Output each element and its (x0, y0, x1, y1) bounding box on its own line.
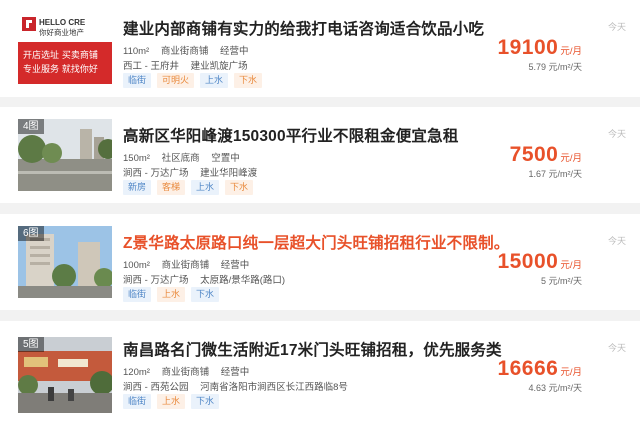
price-unit: 元/月 (560, 367, 582, 378)
listing-tag: 上水 (191, 180, 220, 195)
listing-price: 7500 元/月 (510, 143, 582, 167)
listing-status: 空置中 (211, 153, 240, 164)
listing-card[interactable]: 6图 Z景华路太原路口纯一层超大门头旺铺招租行业不限制。 100m² 商业街商铺… (0, 214, 640, 310)
listing-price: 19100 元/月 (497, 36, 582, 60)
listing-specs: 110m² 商业街商铺 经营中 (123, 43, 258, 57)
price-unit: 元/月 (560, 46, 582, 57)
listing-tag: 下水 (225, 180, 254, 195)
listing-thumbnail[interactable]: HELLO CRE 你好商业地产 开店选址 买卖商铺 专业服务 就找你好 (18, 12, 112, 84)
listing-price-per-area: 4.63 元/m²/天 (528, 383, 582, 393)
listing-price: 16666 元/月 (497, 357, 582, 381)
ad-line-1: 开店选址 买卖商铺 (23, 49, 98, 61)
listing-status: 经营中 (220, 46, 249, 57)
listing-type: 商业街商铺 (161, 367, 210, 378)
listing-tag: 客梯 (157, 180, 186, 195)
listing-tags: 临街 上水 下水 (123, 287, 220, 302)
listing-address: 太原路/景华路(路口) (200, 275, 286, 286)
listing-type: 商业街商铺 (161, 260, 210, 271)
listing-card[interactable]: 4图 高新区华阳峰渡150300平行业不限租金便宜急租 150m² 社区底商 空… (0, 107, 640, 203)
listing-list: HELLO CRE 你好商业地产 开店选址 买卖商铺 专业服务 就找你好 建业内… (0, 0, 640, 428)
listing-tags: 临街 上水 下水 (123, 394, 220, 409)
listing-area: 120m² (123, 367, 150, 378)
listing-district: 西工 - 王府井 (123, 61, 179, 72)
photo-count-badge: 4图 (18, 119, 44, 134)
ad-brand-sub: 你好商业地产 (39, 27, 84, 37)
ad-brand: HELLO CRE (39, 18, 86, 27)
listing-type: 社区底商 (161, 153, 200, 164)
listing-tag: 上水 (157, 394, 186, 409)
listing-district: 涧西 - 万达广场 (123, 168, 189, 179)
listing-location: 涧西 - 万达广场 太原路/景华路(路口) (123, 272, 294, 286)
listing-specs: 120m² 商业街商铺 经营中 (123, 364, 258, 378)
listing-price-per-area: 1.67 元/m²/天 (528, 169, 582, 179)
listing-specs: 150m² 社区底商 空置中 (123, 150, 249, 164)
listing-thumbnail[interactable]: 4图 (18, 119, 112, 191)
listing-tag: 下水 (234, 73, 263, 88)
listing-price-per-area: 5 元/m²/天 (540, 276, 582, 286)
listing-tag: 下水 (191, 287, 220, 302)
listing-address: 建业凯旋广场 (190, 61, 248, 72)
listing-tag: 可明火 (157, 73, 195, 88)
listing-area: 110m² (123, 46, 150, 57)
price-value: 19100 (497, 36, 559, 59)
price-value: 16666 (497, 357, 559, 380)
listing-thumbnail[interactable]: 5图 (18, 337, 112, 413)
listing-date: 今天 (607, 22, 626, 32)
listing-tag: 上水 (157, 287, 186, 302)
listing-address: 河南省洛阳市涧西区长江西路临8号 (200, 382, 348, 393)
listing-price-per-area: 5.79 元/m²/天 (528, 62, 582, 72)
listing-date: 今天 (607, 343, 626, 353)
listing-title[interactable]: 高新区华阳峰渡150300平行业不限租金便宜急租 (123, 124, 459, 146)
listing-date: 今天 (607, 129, 626, 139)
listing-tag: 下水 (191, 394, 220, 409)
listing-status: 经营中 (220, 260, 250, 271)
price-unit: 元/月 (560, 260, 582, 271)
listing-tags: 新房 客梯 上水 下水 (123, 180, 254, 195)
listing-title[interactable]: 南昌路名门微生活附近17米门头旺铺招租，优先服务类 (123, 338, 502, 360)
listing-date: 今天 (607, 236, 626, 246)
listing-tag: 新房 (123, 180, 152, 195)
listing-status: 经营中 (220, 367, 250, 378)
listing-district: 涧西 - 万达广场 (123, 275, 189, 286)
listing-title[interactable]: Z景华路太原路口纯一层超大门头旺铺招租行业不限制。 (123, 231, 509, 253)
listing-tag: 临街 (123, 287, 152, 302)
listing-area: 150m² (123, 153, 150, 164)
listing-tag: 上水 (200, 73, 229, 88)
listing-price: 15000 元/月 (497, 250, 582, 274)
listing-tags: 临街 可明火 上水 下水 (123, 73, 263, 88)
listing-card[interactable]: 5图 南昌路名门微生活附近17米门头旺铺招租，优先服务类 120m² 商业街商铺… (0, 321, 640, 428)
listing-district: 涧西 - 西苑公园 (123, 382, 189, 393)
listing-address: 建业华阳峰渡 (200, 168, 258, 179)
listing-area: 100m² (123, 260, 150, 271)
photo-count-badge: 6图 (18, 226, 44, 241)
listing-title[interactable]: 建业内部商铺有实力的给我打电话咨询适合饮品小吃 (123, 17, 484, 39)
listing-type: 商业街商铺 (160, 46, 209, 57)
price-value: 7500 (509, 143, 559, 166)
listing-tag: 临街 (123, 73, 152, 88)
ad-line-2: 专业服务 就找你好 (23, 63, 98, 75)
listing-tag: 临街 (123, 394, 152, 409)
photo-count-badge: 5图 (18, 337, 44, 352)
listing-specs: 100m² 商业街商铺 经营中 (123, 257, 258, 271)
listing-location: 涧西 - 西苑公园 河南省洛阳市涧西区长江西路临8号 (123, 379, 357, 393)
listing-card[interactable]: HELLO CRE 你好商业地产 开店选址 买卖商铺 专业服务 就找你好 建业内… (0, 0, 640, 97)
price-value: 15000 (497, 250, 559, 273)
ad-banner-image: HELLO CRE 你好商业地产 开店选址 买卖商铺 专业服务 就找你好 (18, 12, 112, 84)
price-unit: 元/月 (560, 153, 582, 164)
listing-location: 西工 - 王府井 建业凯旋广场 (123, 58, 257, 72)
listing-thumbnail[interactable]: 6图 (18, 226, 112, 298)
listing-location: 涧西 - 万达广场 建业华阳峰渡 (123, 165, 266, 179)
